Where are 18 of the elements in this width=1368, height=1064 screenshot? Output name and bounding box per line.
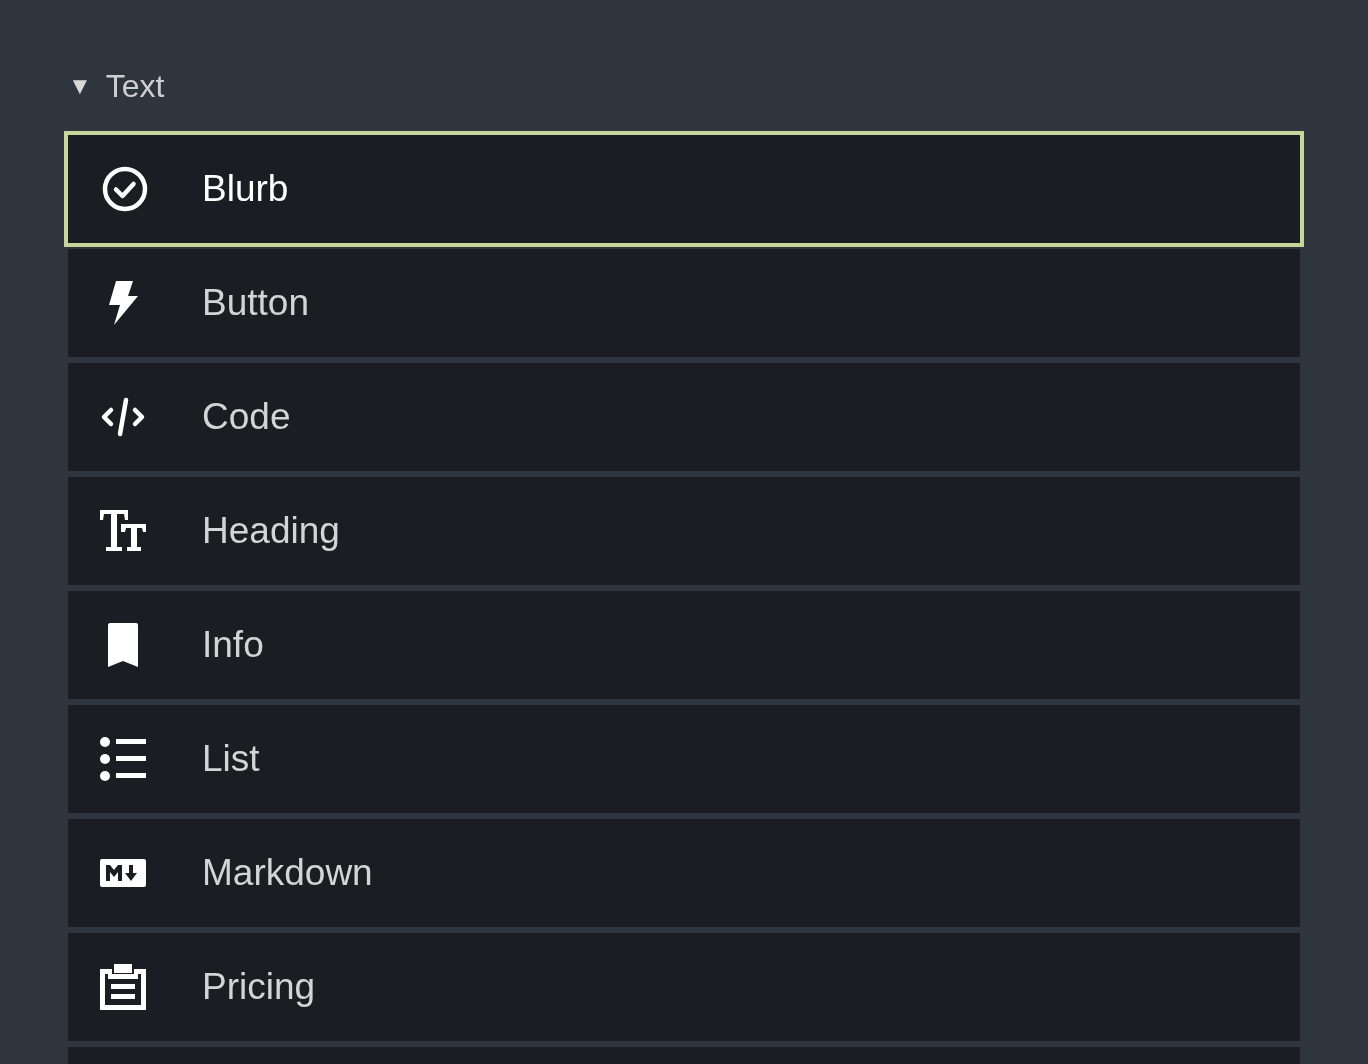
bookmark-icon — [105, 622, 141, 668]
list-item[interactable]: Pricing — [68, 933, 1300, 1041]
list-item[interactable]: Button — [68, 249, 1300, 357]
list-item[interactable]: Blurb — [64, 131, 1304, 247]
list-item[interactable]: Code — [68, 363, 1300, 471]
list-item[interactable]: Markdown — [68, 819, 1300, 927]
list-item[interactable]: Info — [68, 591, 1300, 699]
clipboard-icon — [99, 963, 147, 1011]
collapse-toggle[interactable]: ▼ — [68, 72, 92, 100]
list-item[interactable]: Heading — [68, 477, 1300, 585]
text-size-icon — [99, 509, 147, 553]
check-circle-icon — [101, 165, 149, 213]
list-item[interactable]: List — [68, 705, 1300, 813]
code-icon — [99, 397, 147, 437]
lightning-bolt-icon — [106, 280, 140, 326]
list-icon — [99, 736, 147, 782]
section-title: Text — [105, 67, 165, 105]
markdown-icon — [99, 858, 147, 888]
